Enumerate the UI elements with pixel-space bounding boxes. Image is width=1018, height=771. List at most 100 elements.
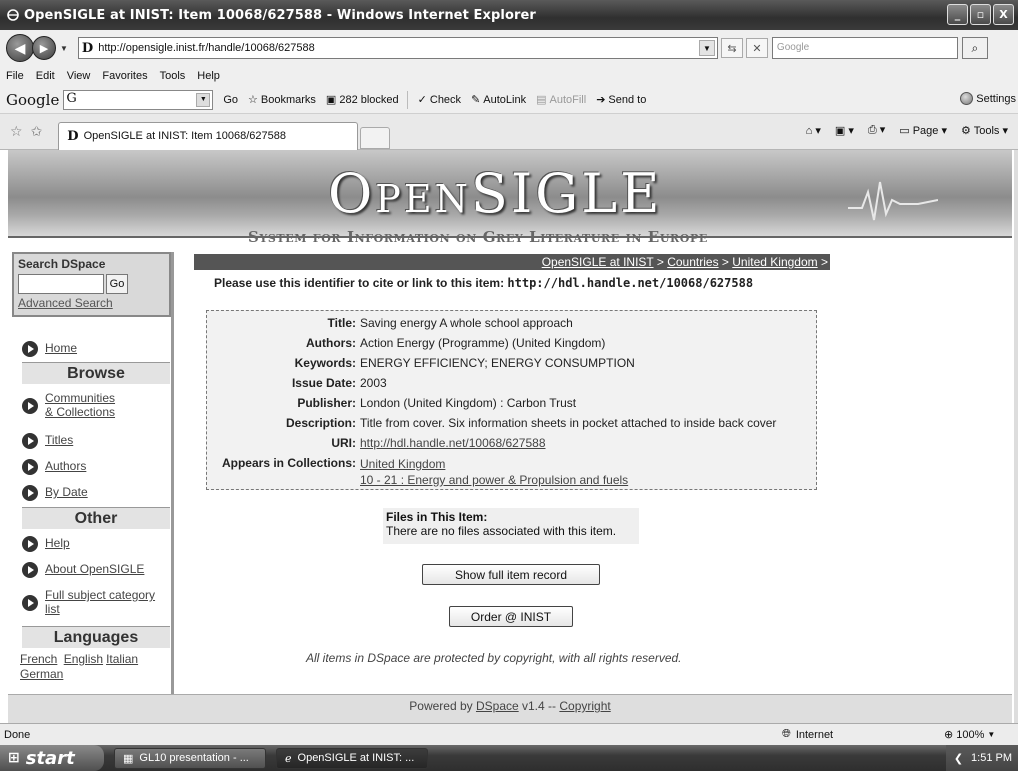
- sendto-label: Send to: [608, 93, 647, 106]
- full-subject-link[interactable]: Full subject category list: [45, 588, 155, 616]
- search-button[interactable]: ⌕: [961, 37, 988, 59]
- by-date-link[interactable]: By Date: [45, 485, 88, 499]
- sidebar-item-titles[interactable]: Titles: [22, 433, 73, 449]
- stop-button[interactable]: ✕: [745, 38, 768, 58]
- bookmarks-label: Bookmarks: [260, 93, 316, 106]
- windows-logo-icon: ⊞: [8, 750, 20, 766]
- sidebar-item-help[interactable]: Help: [22, 536, 70, 552]
- metadata-row-issue-date: Issue Date: 2003: [207, 376, 818, 396]
- zoom-control[interactable]: ⊕ 100% ▼: [944, 728, 995, 742]
- start-button[interactable]: ⊞ start: [0, 745, 104, 771]
- google-go-button[interactable]: Go: [223, 94, 238, 106]
- settings-button[interactable]: Settings: [960, 92, 1016, 105]
- vertical-scrollbar[interactable]: [1014, 150, 1018, 723]
- spellcheck-button[interactable]: ✓ Check: [418, 93, 461, 107]
- metadata-value: ENERGY EFFICIENCY; ENERGY CONSUMPTION: [360, 356, 635, 370]
- add-favorites-icon[interactable]: ✩: [31, 123, 43, 140]
- breadcrumb-united-kingdom[interactable]: United Kingdom: [732, 255, 817, 269]
- help-link[interactable]: Help: [45, 536, 70, 550]
- metadata-value: Title from cover. Six information sheets…: [360, 416, 777, 430]
- full-subject-line1: Full subject category: [45, 588, 156, 602]
- sidebar-item-by-date[interactable]: By Date: [22, 485, 88, 501]
- autofill-button[interactable]: ▤ AutoFill: [536, 93, 586, 107]
- show-full-record-button[interactable]: Show full item record: [422, 564, 600, 585]
- sidebar-item-communities[interactable]: Communities & Collections: [22, 391, 115, 419]
- lang-italian-link[interactable]: Italian: [106, 652, 138, 666]
- home-icon[interactable]: ⌂ ▾: [806, 124, 821, 137]
- address-bar[interactable]: D http://opensigle.inist.fr/handle/10068…: [77, 37, 718, 59]
- history-dropdown-icon[interactable]: ▼: [60, 44, 68, 53]
- print-icon[interactable]: ⎙ ▾: [868, 123, 885, 137]
- order-inist-button[interactable]: Order @ INIST: [449, 606, 573, 627]
- sidebar-go-button[interactable]: Go: [106, 274, 128, 294]
- sidebar-item-home[interactable]: Home: [22, 341, 77, 357]
- page-menu[interactable]: ▭ Page ▾: [899, 124, 947, 137]
- url-text[interactable]: http://opensigle.inist.fr/handle/10068/6…: [98, 42, 315, 54]
- browse-heading: Browse: [22, 362, 170, 384]
- favorites-star-icon[interactable]: ☆: [10, 123, 23, 140]
- tray-arrow-icon[interactable]: ❮: [954, 752, 963, 765]
- tools-menu[interactable]: ⚙ Tools ▾: [961, 124, 1008, 137]
- copyright-link[interactable]: Copyright: [559, 699, 610, 713]
- dspace-link[interactable]: DSpace: [476, 699, 519, 713]
- popup-blocker-button[interactable]: ▣ 282 blocked: [326, 93, 399, 107]
- forward-button[interactable]: ▶: [32, 36, 56, 60]
- sidebar-item-authors[interactable]: Authors: [22, 459, 86, 475]
- bookmarks-button[interactable]: ☆ Bookmarks: [248, 93, 316, 107]
- security-zone: 🌐︎ Internet: [782, 728, 833, 741]
- browser-search-input[interactable]: Google: [771, 37, 958, 59]
- site-subtitle: System for Information on Grey Literatur…: [248, 228, 708, 246]
- sidebar-item-full-subject[interactable]: Full subject category list: [22, 588, 155, 616]
- autofill-icon: ▤: [536, 94, 547, 106]
- taskbar-item-presentation[interactable]: ▦ GL10 presentation - ...: [114, 747, 266, 769]
- sidebar-item-about[interactable]: About OpenSIGLE: [22, 562, 144, 578]
- lang-german-link[interactable]: German: [20, 667, 63, 681]
- metadata-key: Issue Date:: [291, 376, 356, 390]
- menu-bar: File Edit View Favorites Tools Help: [0, 66, 1018, 86]
- taskbar-item-browser[interactable]: ℯ OpenSIGLE at INIST: ...: [276, 747, 428, 769]
- menu-favorites[interactable]: Favorites: [102, 70, 147, 82]
- collection-link-energy[interactable]: 10 - 21 : Energy and power & Propulsion …: [360, 473, 628, 487]
- google-search-input[interactable]: G ▼: [63, 89, 214, 110]
- lang-english-link[interactable]: English: [64, 652, 103, 666]
- about-link[interactable]: About OpenSIGLE: [45, 562, 144, 576]
- minimize-button[interactable]: _: [947, 4, 968, 25]
- titles-link[interactable]: Titles: [45, 433, 73, 447]
- feeds-icon[interactable]: ▣ ▾: [835, 124, 854, 137]
- sidebar-search-input[interactable]: [18, 274, 104, 294]
- refresh-button[interactable]: ⇆: [720, 38, 743, 58]
- menu-view[interactable]: View: [67, 70, 91, 82]
- search-title: Search DSpace: [18, 257, 106, 271]
- back-button[interactable]: ◀: [6, 34, 34, 62]
- languages-heading: Languages: [22, 626, 170, 648]
- sendto-button[interactable]: ➔ Send to: [596, 93, 647, 107]
- item-metadata-table: Title: Saving energy A whole school appr…: [206, 310, 817, 490]
- menu-tools[interactable]: Tools: [160, 70, 186, 82]
- new-tab-button[interactable]: [360, 126, 391, 149]
- tab-opensigle[interactable]: D OpenSIGLE at INIST: Item 10068/627588: [58, 121, 359, 150]
- menu-file[interactable]: File: [6, 70, 24, 82]
- menu-help[interactable]: Help: [197, 70, 220, 82]
- uri-link[interactable]: http://hdl.handle.net/10068/627588: [360, 436, 546, 450]
- restore-button[interactable]: ▫: [970, 4, 991, 25]
- close-button[interactable]: X: [993, 4, 1014, 25]
- home-link[interactable]: Home: [45, 341, 77, 355]
- address-dropdown-icon[interactable]: ▼: [698, 40, 715, 56]
- metadata-key: Keywords:: [294, 356, 356, 370]
- google-search-dropdown-icon[interactable]: ▼: [196, 92, 211, 107]
- lang-french-link[interactable]: French: [20, 652, 57, 666]
- breadcrumb-countries[interactable]: Countries: [667, 255, 718, 269]
- site-logo[interactable]: OpenSIGLE: [328, 162, 663, 225]
- metadata-key: Appears in Collections:: [221, 456, 356, 470]
- metadata-value: Action Energy (Programme) (United Kingdo…: [360, 336, 606, 350]
- breadcrumb-sep: >: [718, 255, 733, 269]
- breadcrumb-home[interactable]: OpenSIGLE at INIST: [542, 255, 654, 269]
- autolink-button[interactable]: ✎ AutoLink: [471, 93, 526, 107]
- menu-edit[interactable]: Edit: [36, 70, 55, 82]
- authors-link[interactable]: Authors: [45, 459, 86, 473]
- collection-link-united-kingdom[interactable]: United Kingdom: [360, 457, 445, 471]
- communities-link[interactable]: Communities & Collections: [45, 391, 115, 419]
- advanced-search-link[interactable]: Advanced Search: [18, 296, 165, 310]
- tab-title: OpenSIGLE at INIST: Item 10068/627588: [83, 130, 286, 142]
- arrow-bullet-icon: [22, 433, 38, 449]
